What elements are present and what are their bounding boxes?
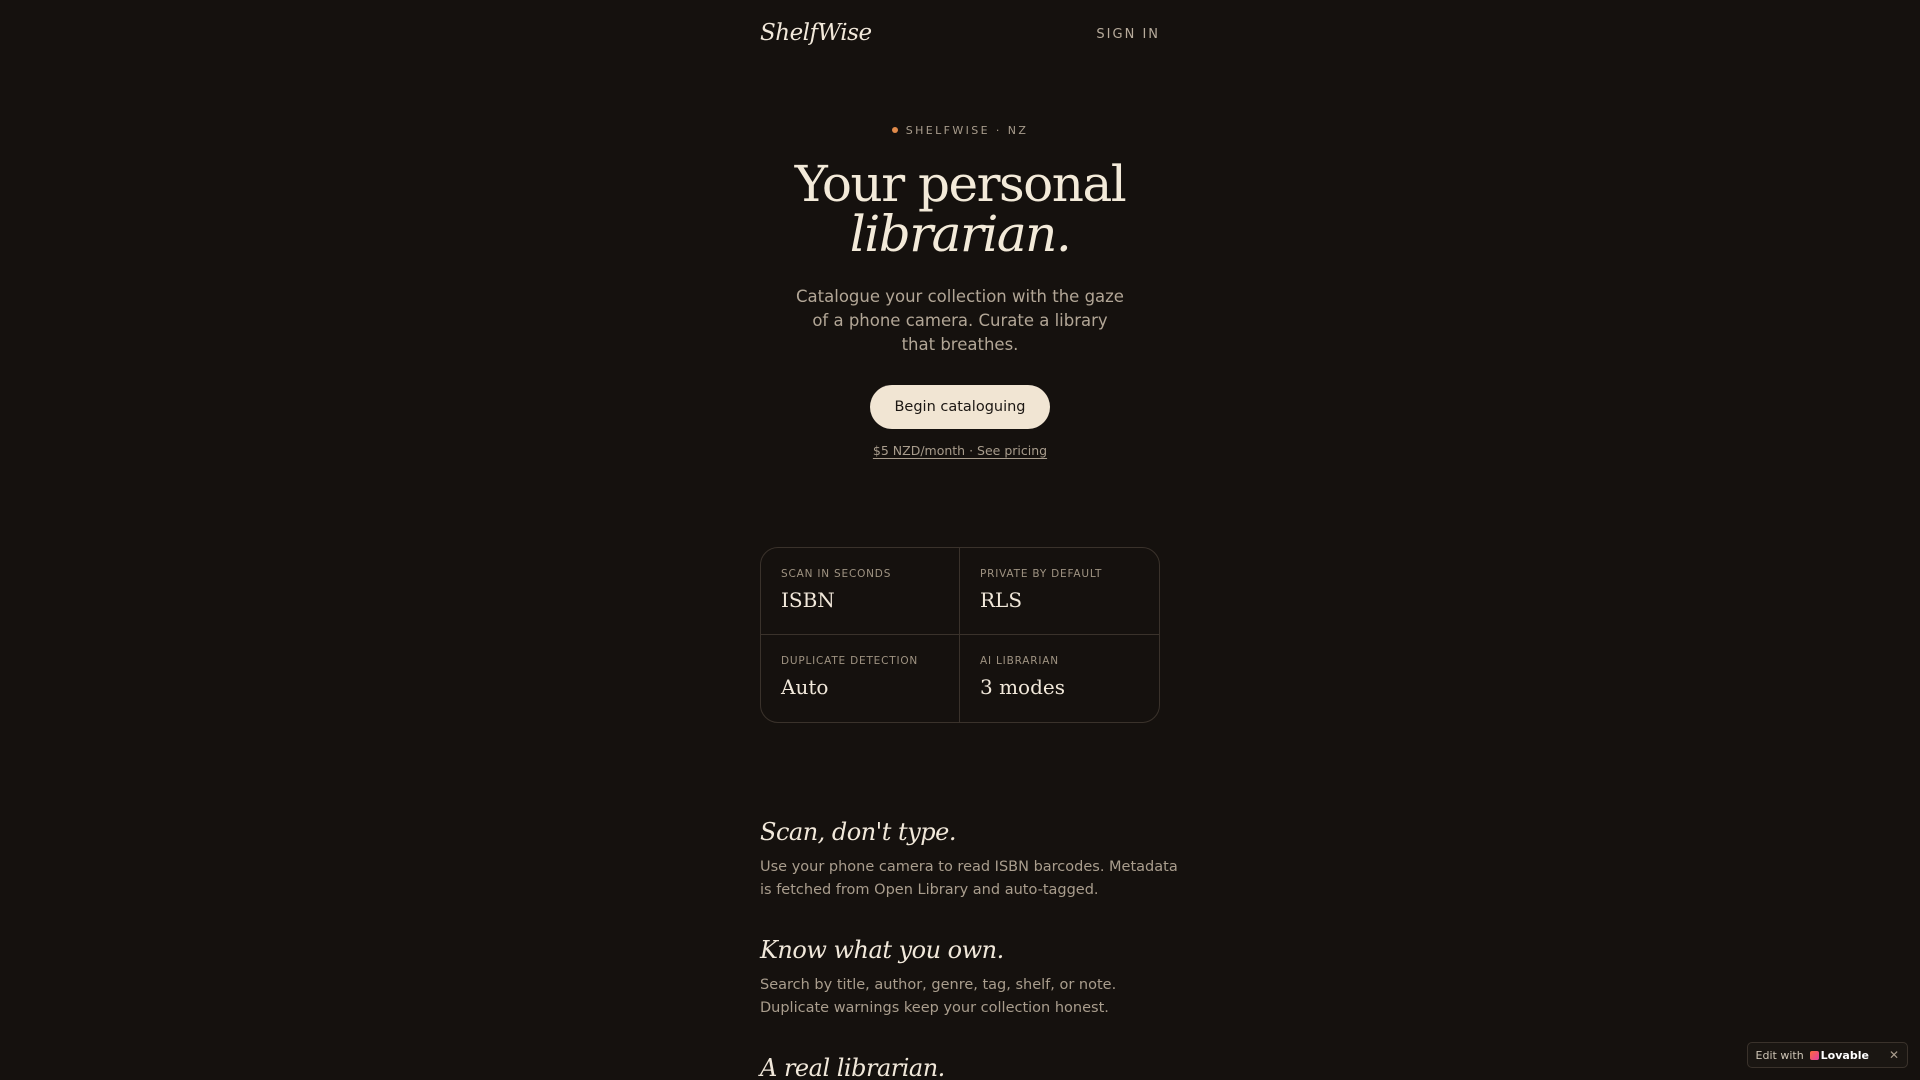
hero-subtitle: Catalogue your collection with the gaze … [796,287,1124,354]
stat-label: PRIVATE BY DEFAULT [980,568,1103,580]
lovable-brand-text: Lovable [1820,1048,1869,1062]
stats-grid: SCAN IN SECONDS ISBN PRIVATE BY DEFAULT … [760,547,1160,723]
stat-value: Auto [781,675,829,699]
stat-card: SCAN IN SECONDS ISBN [761,548,960,635]
feature-title: Know what you own. [760,936,1004,964]
logo[interactable]: ShelfWise [760,20,872,46]
stat-value: ISBN [781,588,835,612]
eyebrow-text: SHELFWISE · NZ [905,123,1029,137]
feature-title: A real librarian. [760,1054,945,1080]
feature-title: Scan, don't type. [760,818,956,846]
pricing-link[interactable]: $5 NZD/month · See pricing [873,443,1047,458]
eyebrow: SHELFWISE · NZ [891,123,1029,137]
lovable-logo-icon [1809,1050,1819,1060]
stat-label: AI LIBRARIAN [980,655,1059,667]
feature-item: Scan, don't type. Use your phone camera … [760,818,1180,902]
begin-cataloguing-button[interactable]: Begin cataloguing [870,385,1050,429]
status-dot-icon [891,127,898,133]
feature-body: Search by title, author, genre, tag, she… [760,977,1117,1016]
stat-value: RLS [980,588,1023,612]
close-icon[interactable]: ✕ [1889,1048,1899,1062]
feature-item: A real librarian. [760,1054,1180,1080]
hero-headline: Your personal librarian. [760,159,1160,259]
features-section: Scan, don't type. Use your phone camera … [760,818,1180,1080]
headline-line-2: librarian. [849,205,1072,263]
feature-item: Know what you own. Search by title, auth… [760,936,1180,1020]
stat-label: SCAN IN SECONDS [781,568,892,580]
hero-section: SHELFWISE · NZ Your personal librarian. … [760,118,1160,459]
feature-body: Use your phone camera to read ISBN barco… [760,859,1178,898]
sign-in-link[interactable]: SIGN IN [1096,27,1160,42]
badge-prefix: Edit with [1755,1048,1804,1062]
stat-card: AI LIBRARIAN 3 modes [960,635,1159,722]
stat-card: DUPLICATE DETECTION Auto [761,635,960,722]
stat-card: PRIVATE BY DEFAULT RLS [960,548,1159,635]
edit-with-lovable-badge[interactable]: Edit with Lovable ✕ [1746,1042,1908,1068]
stat-value: 3 modes [980,675,1065,699]
lovable-brand: Lovable [1809,1048,1869,1062]
site-header: ShelfWise SIGN IN [760,0,1160,72]
stat-label: DUPLICATE DETECTION [781,655,919,667]
